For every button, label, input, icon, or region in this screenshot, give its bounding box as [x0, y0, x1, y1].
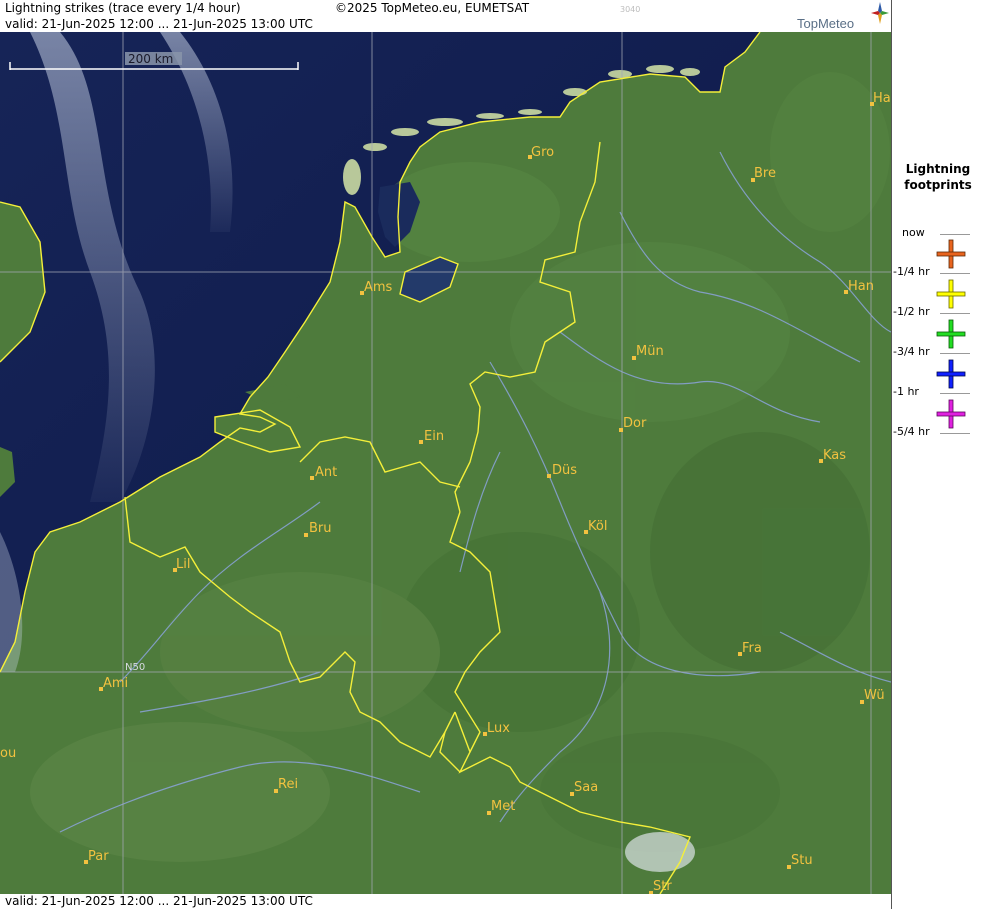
city-label-ami[interactable]: Ami	[103, 676, 128, 691]
satellite-map[interactable]: 200 km N50 Gro Bre Ha Ams Han Mün Dor Ei…	[0, 32, 891, 894]
map-code: 3040	[620, 5, 641, 14]
legend-label-now: now	[902, 226, 925, 239]
city-dot-ein	[419, 440, 423, 444]
legend-label-one-hour: -1 hr	[893, 385, 919, 398]
legend-label-five-quarter: -5/4 hr	[893, 425, 930, 438]
city-label-fra[interactable]: Fra	[742, 641, 762, 656]
legend-separator	[940, 433, 970, 434]
city-label-kol[interactable]: Köl	[588, 519, 607, 534]
legend-title-line2: footprints	[904, 178, 972, 192]
city-label-kas[interactable]: Kas	[823, 448, 846, 463]
city-label-ams[interactable]: Ams	[364, 280, 393, 295]
header-bar: Lightning strikes (trace every 1/4 hour)…	[0, 0, 891, 32]
legend-separator	[940, 273, 970, 274]
lightning-cross-icon-half	[936, 279, 966, 309]
city-label-wu[interactable]: Wü	[864, 688, 885, 703]
legend-separator	[940, 353, 970, 354]
city-label-dus[interactable]: Düs	[552, 463, 577, 478]
latitude-label: N50	[125, 662, 145, 673]
valid-time-header: valid: 21-Jun-2025 12:00 ... 21-Jun-2025…	[5, 17, 313, 31]
city-label-han[interactable]: Han	[848, 279, 874, 294]
city-label-lil[interactable]: Lil	[176, 557, 190, 572]
copyright-text: ©2025 TopMeteo.eu, EUMETSAT	[335, 1, 530, 15]
scale-label: 200 km	[128, 52, 173, 66]
footer-bar: valid: 21-Jun-2025 12:00 ... 21-Jun-2025…	[0, 894, 891, 909]
compass-star-icon	[871, 2, 889, 24]
city-dot-bru	[304, 533, 308, 537]
city-label-saa[interactable]: Saa	[574, 780, 598, 795]
city-label-dor[interactable]: Dor	[623, 416, 647, 431]
legend-label-half: -1/2 hr	[893, 305, 930, 318]
lightning-cross-icon-five-quarter	[936, 399, 966, 429]
city-label-lux[interactable]: Lux	[487, 721, 510, 736]
lightning-cross-icon-quarter	[936, 239, 966, 269]
legend-sidebar: Lightning footprints	[891, 0, 983, 909]
city-label-par[interactable]: Par	[88, 849, 109, 864]
city-dot-ant	[310, 476, 314, 480]
legend-separator	[940, 393, 970, 394]
legend-title-line1: Lightning	[905, 162, 971, 176]
city-label-ein[interactable]: Ein	[424, 429, 444, 444]
city-label-str[interactable]: Str	[653, 879, 672, 894]
valid-time-footer: valid: 21-Jun-2025 12:00 ... 21-Jun-2025…	[5, 894, 313, 908]
legend-label-three-quarter: -3/4 hr	[893, 345, 930, 358]
city-label-ha[interactable]: Ha	[873, 91, 891, 106]
legend-separator	[940, 234, 970, 235]
city-label-bru[interactable]: Bru	[309, 521, 332, 536]
lightning-cross-icon-three-quarter	[936, 319, 966, 349]
map-title: Lightning strikes (trace every 1/4 hour)	[5, 1, 241, 15]
logo-text: TopMeteo	[797, 16, 855, 31]
city-label-ant[interactable]: Ant	[315, 465, 337, 480]
topmeteo-logo[interactable]: TopMeteo	[797, 2, 889, 32]
city-label-mun[interactable]: Mün	[636, 344, 664, 359]
legend-label-quarter: -1/4 hr	[893, 265, 930, 278]
lightning-cross-icon-one-hour	[936, 359, 966, 389]
city-label-stu[interactable]: Stu	[791, 853, 813, 868]
city-label-gro[interactable]: Gro	[531, 145, 554, 160]
city-dot-dus	[547, 474, 551, 478]
city-label-ou[interactable]: ou	[0, 746, 16, 761]
legend-separator	[940, 313, 970, 314]
city-label-bre[interactable]: Bre	[754, 166, 776, 181]
city-label-rei[interactable]: Rei	[278, 777, 298, 792]
city-label-met[interactable]: Met	[491, 799, 515, 814]
